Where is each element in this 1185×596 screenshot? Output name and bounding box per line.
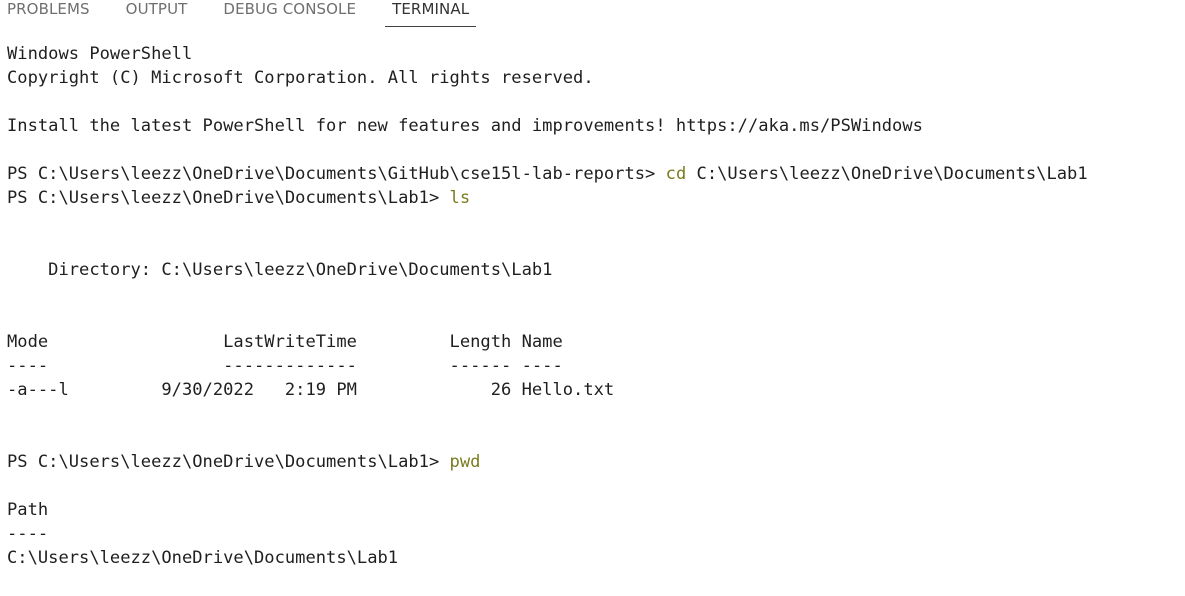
prompt-text: PS C:\Users\leezz\OneDrive\Documents\Git… bbox=[7, 164, 666, 184]
terminal-line: -a---l 9/30/2022 2:19 PM 26 Hello.txt bbox=[7, 380, 615, 400]
command-keyword: pwd bbox=[449, 452, 481, 472]
tab-debug-console[interactable]: DEBUG CONSOLE bbox=[216, 0, 363, 18]
terminal-line: Path bbox=[7, 500, 49, 520]
tab-terminal[interactable]: TERMINAL bbox=[385, 0, 477, 27]
terminal-line: Windows PowerShell bbox=[7, 44, 193, 64]
terminal-line: C:\Users\leezz\OneDrive\Documents\Lab1 bbox=[7, 548, 399, 568]
command-argument: C:\Users\leezz\OneDrive\Documents\Lab1 bbox=[686, 164, 1088, 184]
prompt-text: PS C:\Users\leezz\OneDrive\Documents\Lab… bbox=[7, 188, 450, 208]
tab-problems[interactable]: PROBLEMS bbox=[0, 0, 97, 18]
terminal-output[interactable]: Windows PowerShell Copyright (C) Microsof… bbox=[7, 42, 1185, 596]
panel-tab-bar: PROBLEMS OUTPUT DEBUG CONSOLE TERMINAL bbox=[0, 0, 498, 28]
terminal-line: ---- ------------- ------ ---- bbox=[7, 356, 563, 376]
terminal-line: ---- bbox=[7, 524, 49, 544]
terminal-line: Mode LastWriteTime Length Name bbox=[7, 332, 563, 352]
terminal-command-line: PS C:\Users\leezz\OneDrive\Documents\Git… bbox=[7, 162, 1185, 186]
terminal-command-line: PS C:\Users\leezz\OneDrive\Documents\Lab… bbox=[7, 450, 1185, 474]
tab-output[interactable]: OUTPUT bbox=[119, 0, 195, 18]
terminal-line: Directory: C:\Users\leezz\OneDrive\Docum… bbox=[7, 260, 553, 280]
prompt-text: PS C:\Users\leezz\OneDrive\Documents\Lab… bbox=[7, 452, 450, 472]
command-keyword: ls bbox=[449, 188, 471, 208]
terminal-command-line: PS C:\Users\leezz\OneDrive\Documents\Lab… bbox=[7, 186, 1185, 210]
terminal-line: Install the latest PowerShell for new fe… bbox=[7, 116, 923, 136]
command-keyword: cd bbox=[665, 164, 687, 184]
terminal-line: Copyright (C) Microsoft Corporation. All… bbox=[7, 68, 594, 88]
